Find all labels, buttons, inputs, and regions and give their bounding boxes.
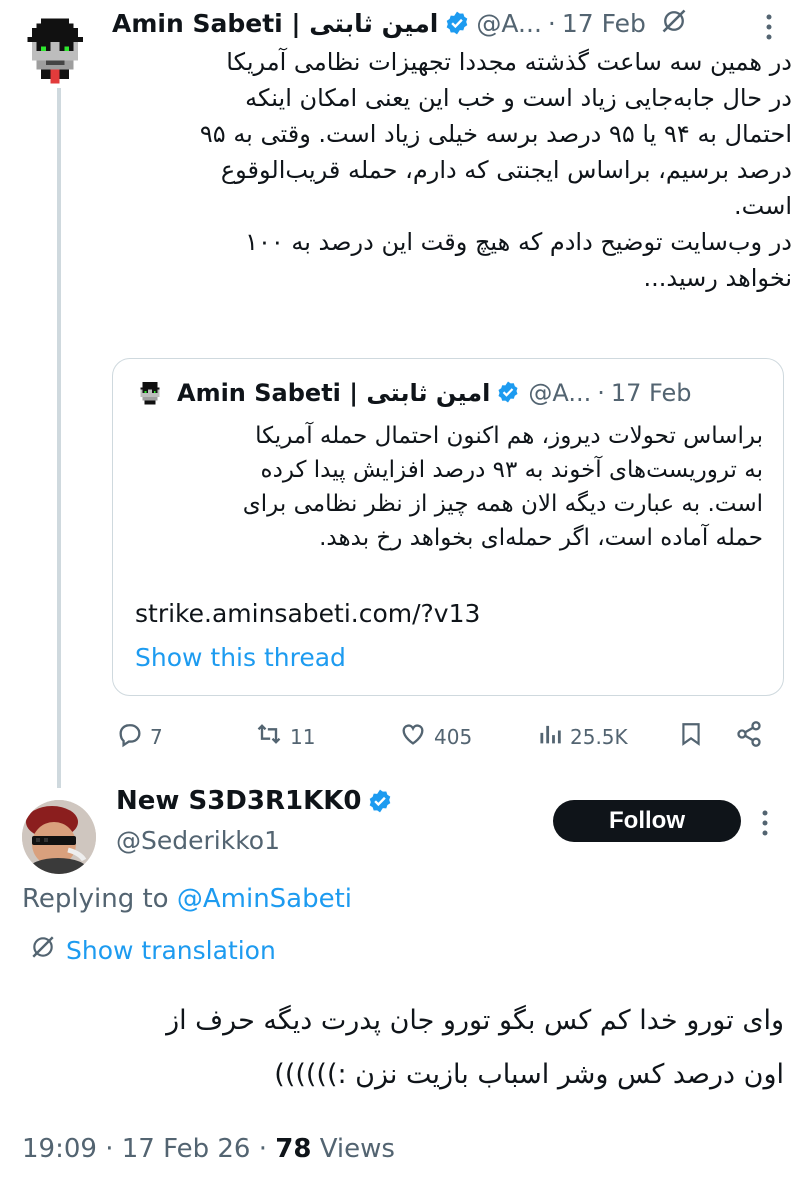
tweet-date[interactable]: 17 Feb (562, 9, 646, 38)
reply-views-count: 78 (275, 1134, 312, 1164)
quoted-tweet-text: براساس تحولات دیروز، هم اکنون احتمال حمل… (135, 419, 763, 555)
tweet-text-line: در همین سه ساعت گذشته مجددا تجهیزات نظام… (226, 48, 792, 76)
reply-author-handle[interactable]: @Sederikko1 (116, 826, 280, 855)
author-name[interactable]: Amin Sabeti | امین ثابتی (112, 9, 438, 38)
retweet-button[interactable]: 11 (254, 720, 315, 753)
reply-count: 7 (150, 724, 163, 749)
like-count: 405 (434, 724, 473, 749)
quoted-author-handle: @A... (528, 379, 592, 407)
quoted-text-line: حمله آماده است، اگر حمله‌ای بخواهد رخ بد… (319, 525, 763, 551)
verified-badge-icon (496, 380, 522, 406)
tweet-text: در همین سه ساعت گذشته مجددا تجهیزات نظام… (112, 44, 792, 296)
tweet-text-line: در حال جابه‌جایی زیاد است و خب این یعنی … (245, 84, 792, 112)
reply-author-avatar[interactable] (22, 800, 96, 874)
follow-button[interactable]: Follow (553, 800, 741, 842)
author-avatar[interactable] (18, 14, 92, 88)
replying-to-mention[interactable]: @AminSabeti (177, 884, 352, 914)
reply-icon (116, 720, 150, 753)
tweet-text-line: در وب‌سایت توضیح دادم که هیچ وقت این درص… (245, 228, 792, 256)
quoted-author-avatar (135, 378, 165, 408)
quoted-text-line: است. به عبارت دیگه الان همه چیز از نظر ن… (242, 491, 763, 517)
tweet-text-line: است. (734, 192, 792, 220)
retweet-count: 11 (290, 724, 316, 749)
views-count: 25.5K (570, 724, 628, 749)
reply-time[interactable]: 19:09 (22, 1134, 97, 1164)
show-thread-link[interactable]: Show this thread (135, 643, 346, 672)
more-options-icon[interactable] (758, 808, 772, 842)
show-translation-label[interactable]: Show translation (66, 936, 276, 965)
views-button[interactable]: 25.5K (536, 720, 628, 753)
show-translation-link[interactable]: Show translation (30, 934, 276, 966)
tweet-text-line: درصد برسیم، براساس ایجنتی که دارم، حمله … (220, 156, 792, 184)
quoted-tweet-card[interactable]: Amin Sabeti | امین ثابتی @A... · 17 Feb … (112, 358, 784, 696)
share-icon (734, 720, 770, 753)
heart-icon (398, 720, 434, 753)
quoted-tweet-header: Amin Sabeti | امین ثابتی @A... · 17 Feb (135, 375, 692, 411)
thread-connector-line (57, 88, 61, 788)
quoted-text-line: به تروریست‌های آخوند به ۹۳ درصد افزایش پ… (260, 457, 763, 483)
separator-dot: · (547, 8, 556, 38)
author-handle[interactable]: @A... (476, 9, 542, 38)
reply-author-name[interactable]: New S3D3R1KK0 (116, 786, 361, 816)
retweet-icon (254, 720, 290, 753)
reply-text-line: وای تورو خدا کم کس بگو تورو جان پدرت دیگ… (166, 1005, 784, 1036)
quoted-author-name: Amin Sabeti | امین ثابتی (177, 379, 491, 407)
reply-button[interactable]: 7 (116, 720, 163, 753)
like-button[interactable]: 405 (398, 720, 472, 753)
verified-badge-icon (367, 788, 393, 814)
quoted-text-line: براساس تحولات دیروز، هم اکنون احتمال حمل… (255, 423, 763, 449)
bookmark-button[interactable] (678, 720, 710, 753)
views-bar-chart-icon (536, 720, 570, 753)
tweet-text-line: نخواهد رسید... (643, 264, 792, 292)
grok-icon[interactable] (660, 7, 688, 39)
reply-views-label: Views (319, 1134, 395, 1164)
quoted-tweet-link[interactable]: strike.aminsabeti.com/?v13 (135, 599, 480, 628)
reply-author-name-row[interactable]: New S3D3R1KK0 (116, 786, 399, 816)
reply-date[interactable]: 17 Feb 26 (122, 1134, 251, 1164)
bookmark-icon (678, 720, 710, 753)
reply-text: وای تورو خدا کم کس بگو تورو جان پدرت دیگ… (22, 994, 784, 1102)
replying-to-line: Replying to @AminSabeti (22, 884, 352, 914)
quoted-tweet-date: 17 Feb (610, 379, 692, 407)
tweet-action-bar: 7 11 405 25.5K (112, 716, 772, 756)
separator-dot: · (105, 1134, 122, 1164)
reply-text-line: اون درصد کس وشر اسباب بازیت نزن :)))))) (274, 1059, 784, 1090)
separator-dot: · (258, 1134, 276, 1164)
separator-dot: · (597, 379, 605, 407)
more-options-icon[interactable] (762, 12, 806, 46)
verified-badge-icon (444, 10, 470, 36)
tweet-text-line: احتمال به ۹۴ یا ۹۵ درصد برسه خیلی زیاد ا… (199, 120, 792, 148)
share-button[interactable] (734, 720, 770, 753)
reply-metadata: 19:09 · 17 Feb 26 · 78 Views (22, 1134, 395, 1164)
translate-icon (30, 934, 66, 966)
replying-to-prefix: Replying to (22, 884, 177, 914)
tweet-header: Amin Sabeti | امین ثابتی @A... · 17 Feb (112, 6, 802, 40)
